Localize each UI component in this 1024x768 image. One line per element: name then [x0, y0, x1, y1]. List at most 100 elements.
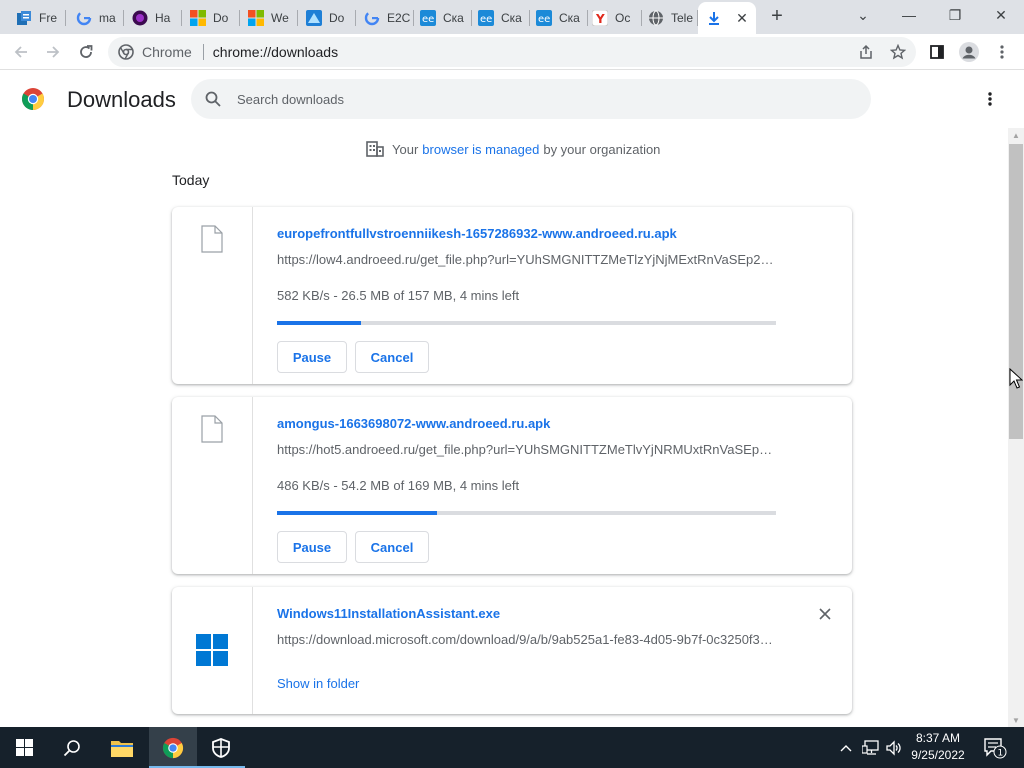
scroll-thumb[interactable]	[1009, 144, 1023, 439]
forward-arrow-icon	[47, 46, 60, 58]
taskbar-clock[interactable]: 8:37 AM 9/25/2022	[906, 730, 970, 764]
cancel-button[interactable]: Cancel	[355, 341, 429, 373]
progress-fill	[277, 511, 438, 515]
search-icon	[63, 739, 80, 756]
star-icon	[890, 44, 906, 60]
tab-5[interactable]: We	[240, 4, 298, 32]
minimize-button[interactable]: —	[886, 0, 932, 30]
volume-button[interactable]	[884, 727, 904, 768]
tab-search-button[interactable]: ⌄	[840, 0, 886, 30]
tab-9[interactable]: ee Ска	[472, 4, 530, 32]
restore-button[interactable]: ❐	[932, 0, 978, 30]
kebab-menu-icon	[988, 92, 992, 106]
tab-7[interactable]: E2C	[356, 4, 414, 32]
google-icon	[76, 10, 92, 26]
source-url-link[interactable]: https://low4.androeed.ru/get_file.php?ur…	[277, 252, 777, 267]
microsoft-icon	[190, 10, 206, 26]
reload-button[interactable]	[74, 40, 98, 64]
close-window-button[interactable]: ✕	[978, 0, 1024, 30]
address-bar[interactable]: Chrome chrome://downloads	[108, 37, 916, 67]
tab-1[interactable]: Fre	[0, 4, 66, 32]
bookmark-button[interactable]	[886, 40, 910, 64]
side-panel-icon	[930, 45, 944, 59]
file-name-link[interactable]: europefrontfullvstroenniikesh-1657286932…	[277, 226, 677, 241]
file-icon	[201, 225, 223, 253]
forward-button[interactable]	[41, 40, 65, 64]
restore-icon: ❐	[948, 6, 962, 23]
remove-from-list-button[interactable]	[815, 604, 835, 624]
chrome-icon	[162, 737, 184, 758]
security-taskbar-button[interactable]	[197, 727, 245, 768]
clock-date: 9/25/2022	[911, 748, 965, 762]
source-url-link[interactable]: https://download.microsoft.com/download/…	[277, 632, 777, 647]
file-name-link[interactable]: amongus-1663698072-www.androeed.ru.apk	[277, 416, 550, 431]
profile-button[interactable]	[957, 40, 981, 64]
volume-icon	[886, 739, 901, 756]
tab-downloads-active[interactable]: ✕	[698, 2, 756, 34]
site-info[interactable]: Chrome	[108, 44, 192, 60]
yandex-icon: Y	[592, 10, 608, 26]
file-name-link[interactable]: Windows11InstallationAssistant.exe	[277, 606, 500, 621]
managed-notice: Your browser is managed by your organiza…	[366, 140, 660, 158]
back-arrow-icon	[14, 46, 27, 58]
purple-circle-icon	[132, 10, 148, 26]
side-panel-button[interactable]	[925, 40, 949, 64]
managed-suffix: by your organization	[543, 141, 661, 157]
search-downloads-box[interactable]	[191, 79, 871, 119]
download-item: Windows11InstallationAssistant.exe https…	[172, 587, 852, 714]
androeed-icon: ee	[420, 10, 436, 26]
back-button[interactable]	[9, 40, 33, 64]
windows-taskbar: 8:37 AM 9/25/2022 1	[0, 727, 1024, 768]
tab-title: Fre	[39, 11, 57, 25]
show-hidden-icons-button[interactable]	[838, 727, 854, 768]
tab-title: Ос	[615, 11, 631, 25]
downloads-header: Downloads	[0, 70, 1008, 128]
tab-title: E2C	[387, 11, 411, 25]
download-icon	[706, 10, 722, 26]
progress-bar	[277, 511, 776, 515]
show-in-folder-link[interactable]: Show in folder	[277, 676, 359, 691]
tab-3[interactable]: Ha	[124, 4, 182, 32]
progress-bar	[277, 321, 776, 325]
chevron-down-icon: ⌄	[857, 6, 869, 23]
network-status-button[interactable]	[860, 727, 882, 768]
scroll-down-arrow-icon[interactable]: ▼	[1008, 713, 1024, 727]
tab-2[interactable]: ma	[66, 4, 124, 32]
chrome-site-icon	[118, 44, 134, 60]
new-tab-button[interactable]: +	[765, 5, 789, 29]
chrome-taskbar-button[interactable]	[149, 727, 197, 768]
file-explorer-button[interactable]	[98, 727, 146, 768]
share-icon	[860, 44, 872, 59]
start-button[interactable]	[0, 727, 48, 768]
tab-10[interactable]: ee Ска	[530, 4, 588, 32]
chrome-menu-button[interactable]	[990, 40, 1014, 64]
share-button[interactable]	[854, 40, 878, 64]
download-status: 486 KB/s - 54.2 MB of 169 MB, 4 mins lef…	[277, 478, 520, 493]
download-item: europefrontfullvstroenniikesh-1657286932…	[172, 207, 852, 384]
pause-button[interactable]: Pause	[277, 341, 347, 373]
tab-title: Ска	[559, 11, 580, 25]
tab-strip: Fre ma Ha Do We Do E2C ee Ска ee Ска ee …	[0, 0, 1024, 34]
browser-managed-link[interactable]: browser is managed	[422, 142, 539, 157]
network-icon	[862, 739, 879, 755]
file-icon	[201, 415, 223, 443]
tab-6[interactable]: Do	[298, 4, 356, 32]
scroll-up-arrow-icon[interactable]: ▲	[1008, 128, 1024, 142]
page-title: Downloads	[67, 87, 176, 112]
pause-button[interactable]: Pause	[277, 531, 347, 563]
tab-title: Tele	[671, 11, 694, 25]
downloads-more-actions-button[interactable]	[978, 89, 1002, 109]
search-button[interactable]	[48, 727, 96, 768]
page-scrollbar[interactable]: ▲ ▼	[1008, 128, 1024, 727]
tab-12[interactable]: Tele	[642, 4, 698, 32]
tab-4[interactable]: Do	[182, 4, 240, 32]
tab-close-icon[interactable]: ✕	[734, 10, 750, 26]
source-url-link[interactable]: https://hot5.androeed.ru/get_file.php?ur…	[277, 442, 777, 457]
tab-8[interactable]: ee Ска	[414, 4, 472, 32]
action-center-button[interactable]: 1	[978, 727, 1012, 768]
svg-text:ee: ee	[538, 14, 550, 25]
cancel-button[interactable]: Cancel	[355, 531, 429, 563]
close-icon	[819, 608, 831, 620]
tab-11[interactable]: Y Ос	[588, 4, 642, 32]
search-input[interactable]	[237, 91, 837, 107]
